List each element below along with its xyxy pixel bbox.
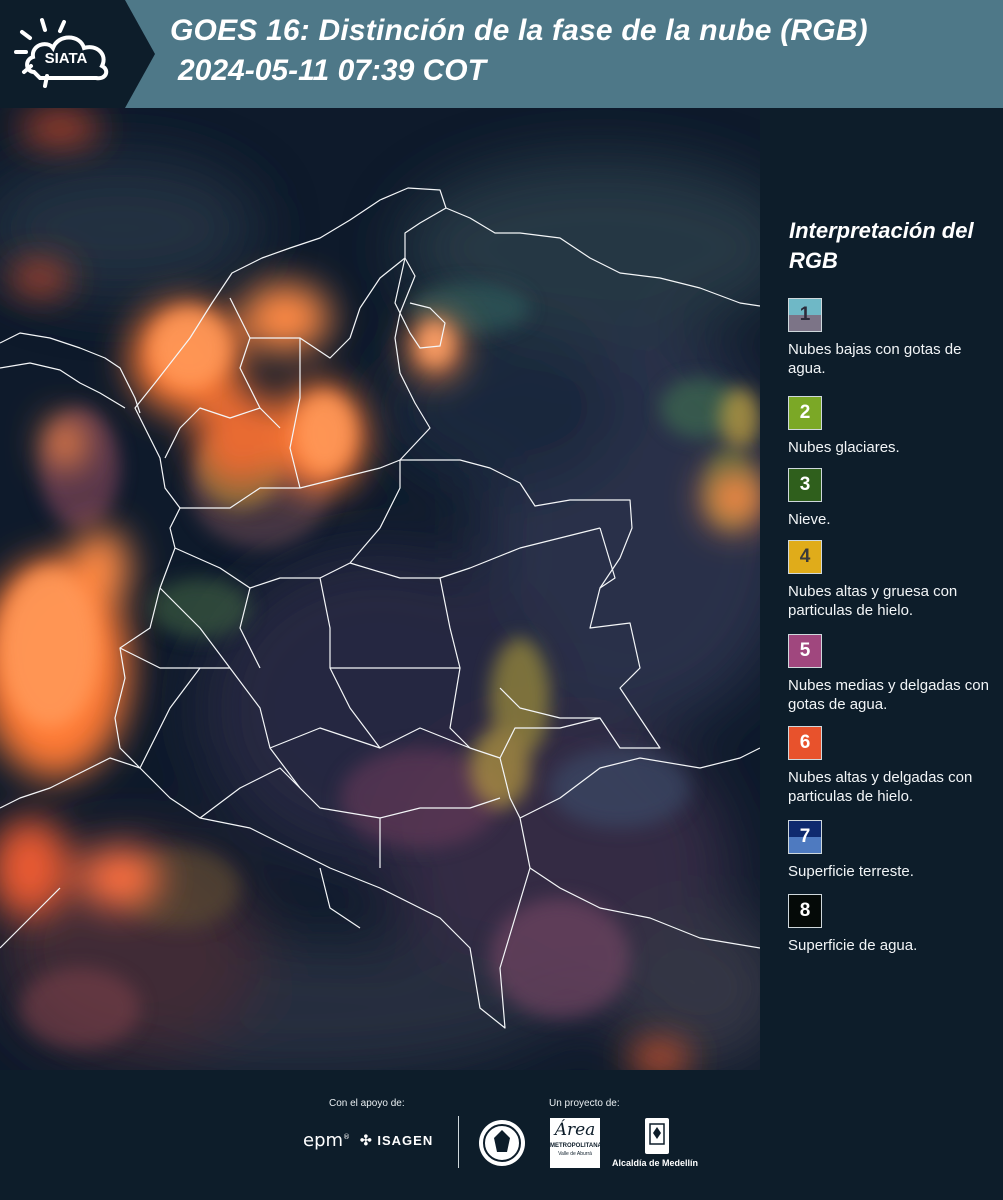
legend-item-4: 4 Nubes altas y gruesa con particulas de… <box>788 540 1000 620</box>
isagen-icon: ✣ <box>360 1132 373 1148</box>
legend-swatch-8: 8 <box>788 894 822 928</box>
legend-item-3: 3 Nieve. <box>788 468 1000 529</box>
legend-item-2: 2 Nubes glaciares. <box>788 396 1000 457</box>
legend-swatch-4: 4 <box>788 540 822 574</box>
epm-logo: epm® <box>303 1130 351 1151</box>
legend-label-6: Nubes altas y delgadas con particulas de… <box>788 769 973 805</box>
legend-label-1: Nubes bajas con gotas de agua. <box>788 341 962 377</box>
legend-swatch-3: 3 <box>788 468 822 502</box>
legend-label-8: Superficie de agua. <box>788 937 918 954</box>
project-label: Un proyecto de: <box>549 1098 620 1109</box>
footer: Con el apoyo de: Un proyecto de: epm® ✣ … <box>0 1070 1003 1200</box>
legend-label-5: Nubes medias y delgadas con gotas de agu… <box>788 677 989 713</box>
siata-logo-text: SIATA <box>45 50 88 67</box>
satellite-map <box>0 108 760 1070</box>
legend-label-2: Nubes glaciares. <box>788 439 900 456</box>
page-timestamp: 2024-05-11 07:39 COT <box>178 54 486 87</box>
legend-item-8: 8 Superficie de agua. <box>788 894 1000 955</box>
legend-label-4: Nubes altas y gruesa con particulas de h… <box>788 583 958 619</box>
legend-item-5: 5 Nubes medias y delgadas con gotas de a… <box>788 634 1000 714</box>
footer-divider <box>458 1116 459 1168</box>
legend-item-1: 1 Nubes bajas con gotas de agua. <box>788 298 1000 378</box>
medellin-coat-of-arms-icon <box>645 1118 669 1154</box>
legend-panel: Interpretación del RGB 1 Nubes bajas con… <box>760 108 1003 1070</box>
legend-swatch-1: 1 <box>788 298 822 332</box>
siata-logo: SIATA <box>0 0 155 108</box>
isagen-logo: ✣ ISAGEN <box>360 1132 434 1148</box>
header-bar: SIATA GOES 16: Distinción de la fase de … <box>0 0 1003 108</box>
alcaldia-label: Alcaldía de Medellín <box>612 1158 699 1168</box>
area-metropolitana-logo: Área METROPOLITANA Valle de Aburrá <box>550 1118 602 1168</box>
legend-swatch-6: 6 <box>788 726 822 760</box>
page-title: GOES 16: Distinción de la fase de la nub… <box>170 14 868 47</box>
legend-item-6: 6 Nubes altas y delgadas con particulas … <box>788 726 1000 806</box>
legend-item-7: 7 Superficie terreste. <box>788 820 1000 881</box>
legend-label-7: Superficie terreste. <box>788 863 914 880</box>
legend-label-3: Nieve. <box>788 511 831 528</box>
legend-swatch-5: 5 <box>788 634 822 668</box>
legend-swatch-2: 2 <box>788 396 822 430</box>
support-label: Con el apoyo de: <box>329 1098 405 1109</box>
university-seal-logo <box>479 1120 525 1166</box>
satellite-image <box>0 108 760 1070</box>
legend-title: Interpretación del RGB <box>789 218 974 273</box>
legend-swatch-7: 7 <box>788 820 822 854</box>
